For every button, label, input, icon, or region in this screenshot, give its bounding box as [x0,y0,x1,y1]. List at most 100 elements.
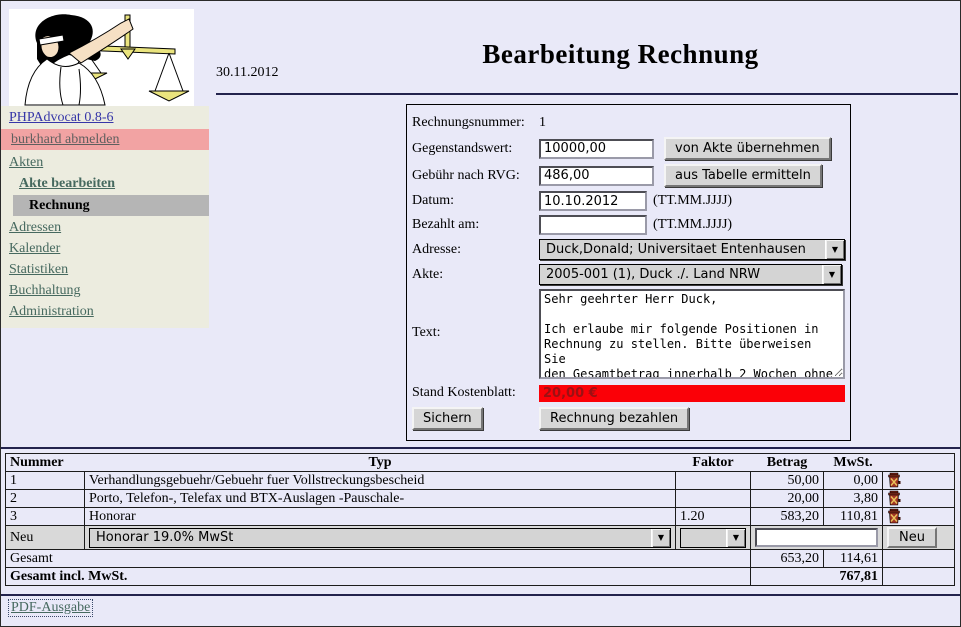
sichern-button-wrap: Sichern [412,407,539,430]
table-header-row: Nummer Typ Faktor Betrag MwSt. [6,454,955,472]
sidebar-item-statistiken[interactable]: Statistiken [1,259,209,280]
logout-link[interactable]: burkhard abmelden [1,129,209,150]
cell-typ: Porto, Telefon-, Telefax und BTX-Auslage… [85,490,676,508]
header-divider [216,93,958,95]
rechnungsnummer-value: 1 [539,115,546,131]
row-stand-kostenblatt: Stand Kostenblatt: 20,00 € [412,383,845,403]
row-datum: Datum: (TT.MM.JJJJ) [412,191,845,211]
sidebar-item-akten[interactable]: Akten [1,152,209,173]
von-akte-uebernehmen-button[interactable]: von Akte übernehmen [664,137,831,160]
cell-mwst: 110,81 [824,508,883,526]
table-top-divider [1,447,960,449]
datum-format-hint: (TT.MM.JJJJ) [653,193,732,209]
cell-betrag: 583,20 [751,508,824,526]
cell-faktor: 1.20 [676,508,751,526]
sidebar-item-buchhaltung[interactable]: Buchhaltung [1,280,209,301]
new-typ-select[interactable]: Honorar 19.0% MwSt ▼ [89,528,671,548]
cell-faktor [676,490,751,508]
row-bezahlt-am: Bezahlt am: (TT.MM.JJJJ) [412,215,845,235]
bezahlt-am-label: Bezahlt am: [412,217,539,233]
cell-betrag: 50,00 [751,472,824,490]
new-betrag-input[interactable] [755,528,878,547]
gesamt-row: Gesamt 653,20 114,61 [6,550,955,568]
gesamt-mwst: 114,61 [824,550,883,568]
new-position-row: Neu Honorar 19.0% MwSt ▼ ▼ Neu [6,526,955,550]
cell-typ: Verhandlungsgebuehr/Gebuehr fuer Vollstr… [85,472,676,490]
col-header-mwst: MwSt. [824,454,883,472]
sichern-button[interactable]: Sichern [412,407,483,430]
gesamt-label: Gesamt [6,550,751,568]
phpadvocat-version-link[interactable]: PHPAdvocat 0.8-6 [1,108,209,127]
sidebar-item-kalender[interactable]: Kalender [1,238,209,259]
trash-icon[interactable] [887,472,901,488]
col-header-actions [883,454,955,472]
table-row: 1 Verhandlungsgebuehr/Gebuehr fuer Volls… [6,472,955,490]
col-header-typ: Typ [85,454,676,472]
new-typ-select-value: Honorar 19.0% MwSt [96,530,233,545]
akte-select[interactable]: 2005-001 (1), Duck ./. Land NRW ▼ [539,264,842,285]
cell-betrag: 20,00 [751,490,824,508]
justitia-image [9,9,194,106]
stand-kostenblatt-label: Stand Kostenblatt: [412,385,539,401]
rechnung-bezahlen-button[interactable]: Rechnung bezahlen [539,407,689,430]
neu-button[interactable]: Neu [887,527,937,548]
adresse-select[interactable]: Duck,Donald; Universitaet Entenhausen ▼ [539,239,845,260]
cell-actions [883,472,955,490]
datum-input[interactable] [539,191,647,211]
row-gegenstandswert: Gegenstandswert: von Akte übernehmen [412,137,845,160]
trash-icon[interactable] [887,490,901,506]
page: Bearbeitung Rechnung 30.11.2012 PHPAdvoc… [0,0,961,627]
sidebar: PHPAdvocat 0.8-6 burkhard abmelden Akten… [1,106,209,328]
table-row: 2 Porto, Telefon-, Telefax und BTX-Ausla… [6,490,955,508]
trash-icon[interactable] [887,508,901,524]
gesamt-incl-label: Gesamt incl. MwSt. [6,568,751,586]
sidebar-item-administration[interactable]: Administration [1,301,209,322]
gebuehr-input[interactable] [539,166,654,186]
pdf-ausgabe-link[interactable]: PDF-Ausgabe [9,600,92,616]
aus-tabelle-ermitteln-button[interactable]: aus Tabelle ermitteln [664,164,822,187]
new-typ-cell: Honorar 19.0% MwSt ▼ [85,526,676,550]
text-textarea[interactable]: Sehr geehrter Herr Duck, Ich erlaube mir… [539,289,845,379]
gegenstandswert-label: Gegenstandswert: [412,141,539,157]
kostenblatt-status-bar: 20,00 € [539,385,845,402]
akte-label: Akte: [412,267,539,283]
text-label: Text: [412,289,539,341]
row-rechnungsnummer: Rechnungsnummer: 1 [412,113,845,133]
new-faktor-select[interactable]: ▼ [680,528,746,548]
chevron-down-icon[interactable]: ▼ [726,529,745,547]
chevron-down-icon[interactable]: ▼ [651,529,670,547]
adresse-label: Adresse: [412,242,539,258]
akte-select-value: 2005-001 (1), Duck ./. Land NRW [546,267,760,282]
chevron-down-icon[interactable]: ▼ [822,265,841,284]
gesamt-actions [883,550,955,568]
row-form-buttons: Sichern Rechnung bezahlen [412,407,845,430]
cell-nummer: 3 [6,508,85,526]
footer-divider [1,594,960,596]
chevron-down-icon[interactable]: ▼ [825,240,844,259]
gebuehr-label: Gebühr nach RVG: [412,168,539,184]
new-betrag-cell [751,526,883,550]
row-text: Text: Sehr geehrter Herr Duck, Ich erlau… [412,289,845,379]
gegenstandswert-input[interactable] [539,139,654,159]
cell-actions [883,490,955,508]
positions-table: Nummer Typ Faktor Betrag MwSt. 1 Verhand… [5,453,955,586]
justitia-logo [9,9,194,106]
row-akte: Akte: 2005-001 (1), Duck ./. Land NRW ▼ [412,264,845,285]
cell-nummer: 1 [6,472,85,490]
bezahlt-am-input[interactable] [539,215,647,235]
cell-faktor [676,472,751,490]
new-row-label: Neu [6,526,85,550]
row-adresse: Adresse: Duck,Donald; Universitaet Enten… [412,239,845,260]
gesamt-incl-row: Gesamt incl. MwSt. 767,81 [6,568,955,586]
datum-label: Datum: [412,193,539,209]
sidebar-item-rechnung-current[interactable]: Rechnung [13,195,209,216]
cell-nummer: 2 [6,490,85,508]
sidebar-item-adressen[interactable]: Adressen [1,217,209,238]
cell-actions [883,508,955,526]
rechnungsnummer-label: Rechnungsnummer: [412,115,539,131]
current-date: 30.11.2012 [216,65,278,81]
row-gebuehr: Gebühr nach RVG: aus Tabelle ermitteln [412,164,845,187]
page-title: Bearbeitung Rechnung [291,39,950,70]
invoice-form: Rechnungsnummer: 1 Gegenstandswert: von … [406,104,851,441]
sidebar-item-akte-bearbeiten[interactable]: Akte bearbeiten [1,173,209,194]
